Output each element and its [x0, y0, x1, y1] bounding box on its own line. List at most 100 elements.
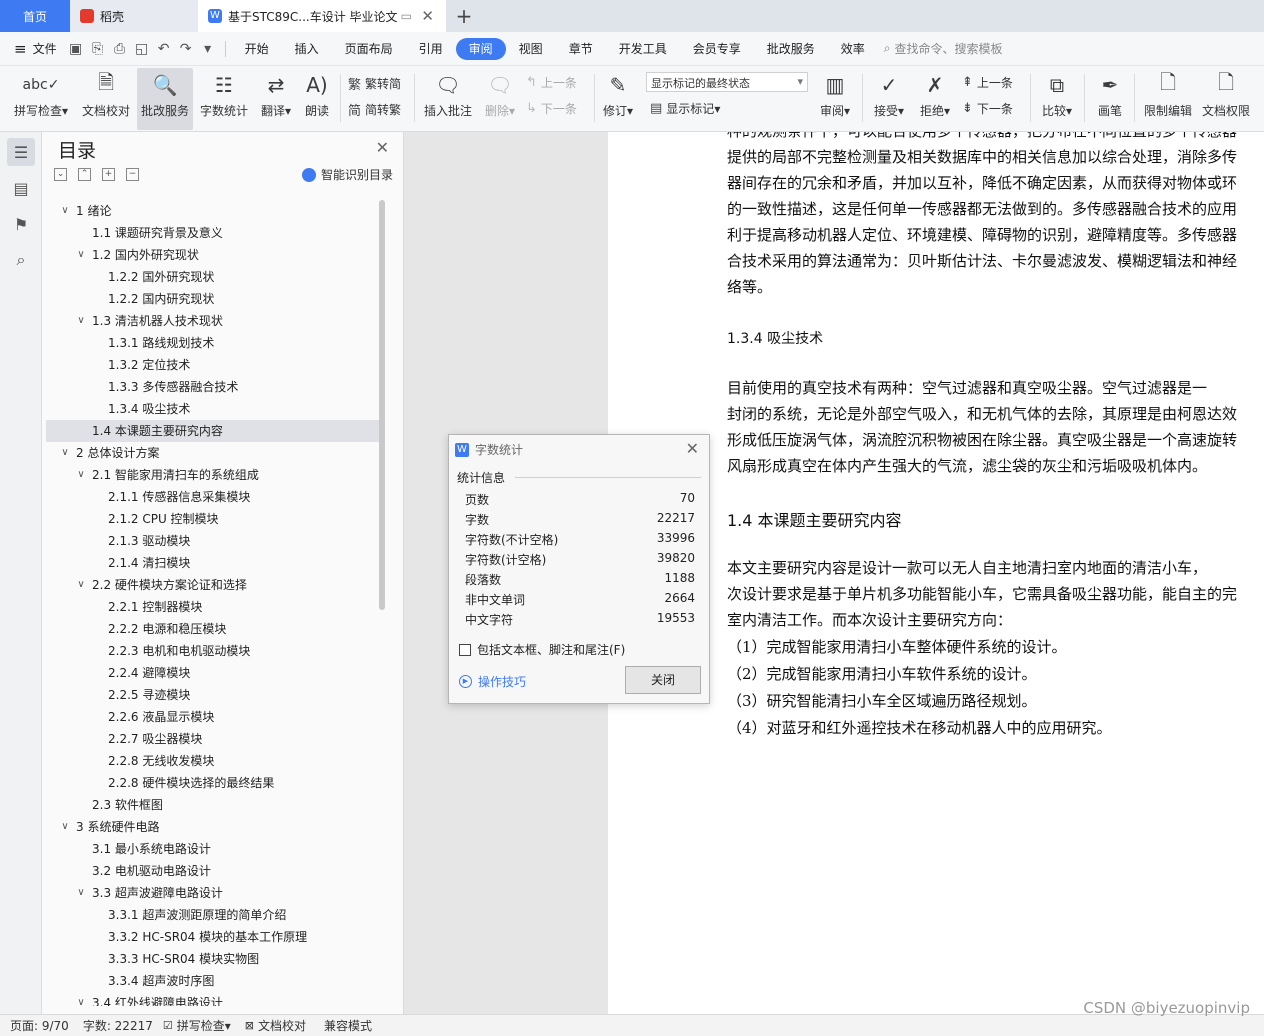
menu-tab-developer[interactable]: 开发工具: [606, 38, 680, 60]
doc-proofread-button[interactable]: 🗎 文档校对: [78, 68, 134, 130]
print-icon[interactable]: ⎙: [109, 41, 131, 57]
toc-item[interactable]: 1.3.1 路线规划技术: [46, 332, 380, 354]
file-menu-button[interactable]: ≡ 文件: [0, 40, 65, 58]
next-comment-button[interactable]: ↳ 下一条: [526, 100, 577, 117]
word-count-indicator[interactable]: 字数: 22217: [83, 1017, 153, 1034]
markup-state-select[interactable]: 显示标记的最终状态: [646, 72, 808, 92]
save-icon[interactable]: ▣: [65, 41, 87, 57]
toc-item[interactable]: 2.2.7 吸尘器模块: [46, 728, 380, 750]
collapse-all-icon[interactable]: ⌄: [54, 168, 67, 181]
chevron-down-icon[interactable]: ∨: [74, 574, 88, 596]
redo-icon[interactable]: ↷: [175, 41, 197, 57]
toc-item[interactable]: 3.3.2 HC-SR04 模块的基本工作原理: [46, 926, 380, 948]
chevron-down-icon[interactable]: ∨: [58, 200, 72, 222]
toc-item[interactable]: 1.2.2 国内研究现状: [46, 288, 380, 310]
toc-item[interactable]: 2.1.2 CPU 控制模块: [46, 508, 380, 530]
toc-item[interactable]: 2.2.1 控制器模块: [46, 596, 380, 618]
chevron-down-icon[interactable]: ∨: [74, 244, 88, 266]
toc-item[interactable]: ∨ 3 系统硬件电路: [46, 816, 380, 838]
menu-tab-efficiency[interactable]: 效率: [828, 38, 878, 60]
tab-document[interactable]: W 基于STC89C...车设计 毕业论文 ▭ ✕: [198, 0, 446, 32]
toc-item[interactable]: 2.2.5 寻迹模块: [46, 684, 380, 706]
menu-tab-view[interactable]: 视图: [506, 38, 556, 60]
toc-close-icon[interactable]: ✕: [376, 138, 389, 157]
toc-item[interactable]: 2.2.6 液晶显示模块: [46, 706, 380, 728]
bookmark-icon[interactable]: ⚑: [7, 210, 35, 238]
toc-item[interactable]: ∨ 1.2 国内外研究现状: [46, 244, 380, 266]
find-icon[interactable]: ⌕: [7, 246, 35, 274]
review-pane-button[interactable]: ▥ 审阅▾: [814, 68, 856, 130]
chevron-down-icon[interactable]: ∨: [58, 442, 72, 464]
restrict-edit-button[interactable]: 🗋 限制编辑: [1140, 68, 1196, 130]
undo-icon[interactable]: ↶: [153, 41, 175, 57]
outline-nav-icon[interactable]: ☰: [7, 138, 35, 166]
dialog-close-button[interactable]: 关闭: [625, 666, 701, 694]
toc-item[interactable]: 2.1.1 传感器信息采集模块: [46, 486, 380, 508]
track-changes-button[interactable]: ✎ 修订▾: [598, 68, 638, 130]
toc-item[interactable]: 2.2.8 硬件模块选择的最终结果: [46, 772, 380, 794]
page-indicator[interactable]: 页面: 9/70: [10, 1017, 69, 1034]
toc-item[interactable]: ∨ 2.1 智能家用清扫车的系统组成: [46, 464, 380, 486]
chevron-down-icon[interactable]: ∨: [74, 464, 88, 486]
toc-item[interactable]: 2.2.3 电机和电机驱动模块: [46, 640, 380, 662]
prev-change-button[interactable]: ⇞ 上一条: [962, 74, 1013, 91]
chevron-down-icon[interactable]: ∨: [58, 816, 72, 838]
prev-comment-button[interactable]: ↰ 上一条: [526, 74, 577, 91]
reject-button[interactable]: ✗ 拒绝▾: [914, 68, 956, 130]
expand-all-icon[interactable]: ⌃: [78, 168, 91, 181]
chevron-down-icon[interactable]: ∨: [74, 882, 88, 904]
print-preview-icon[interactable]: ◱: [131, 41, 153, 57]
to-traditional-button[interactable]: 繁 繁转简: [348, 74, 401, 93]
tab-home[interactable]: 首页: [0, 0, 70, 32]
toc-item[interactable]: 1.1 课题研究背景及意义: [46, 222, 380, 244]
translate-button[interactable]: ⇄ 翻译▾: [256, 68, 296, 130]
tab-minimize-icon[interactable]: ▭: [401, 9, 412, 23]
toc-item[interactable]: 2.2.2 电源和稳压模块: [46, 618, 380, 640]
delete-comment-button[interactable]: 🗨 删除▾: [480, 68, 520, 130]
new-tab-button[interactable]: +: [446, 0, 482, 32]
spell-check-button[interactable]: abc✓ 拼写检查▾: [10, 68, 72, 130]
toc-item[interactable]: 3.3.4 超声波时序图: [46, 970, 380, 992]
remove-heading-icon[interactable]: −: [126, 168, 139, 181]
status-doc-proof[interactable]: ⊠ 文档校对: [245, 1017, 306, 1034]
insert-comment-button[interactable]: 🗨 插入批注: [420, 68, 476, 130]
to-simplified-button[interactable]: 简 简转繁: [348, 100, 401, 119]
menu-tab-start[interactable]: 开始: [232, 38, 282, 60]
show-markup-button[interactable]: ▤ 显示标记 ▾: [650, 100, 720, 117]
chevron-down-icon[interactable]: ∨: [74, 310, 88, 332]
toc-item[interactable]: ∨ 1.3 清洁机器人技术现状: [46, 310, 380, 332]
toc-item[interactable]: 3.2 电机驱动电路设计: [46, 860, 380, 882]
grading-service-button[interactable]: 🔍 批改服务: [137, 68, 193, 130]
pen-button[interactable]: ✒ 画笔: [1090, 68, 1130, 130]
menu-tab-review[interactable]: 审阅: [455, 37, 506, 60]
toc-item[interactable]: ∨ 2.2 硬件模块方案论证和选择: [46, 574, 380, 596]
dialog-close-icon[interactable]: ✕: [686, 439, 699, 458]
command-search[interactable]: ⌕ 查找命令、搜索模板: [884, 40, 1003, 57]
include-textbox-checkbox[interactable]: 包括文本框、脚注和尾注(F): [459, 641, 625, 658]
toc-item[interactable]: 2.1.3 驱动模块: [46, 530, 380, 552]
tab-daoke[interactable]: 稻壳: [70, 0, 198, 32]
menu-tab-references[interactable]: 引用: [406, 38, 456, 60]
customize-dropdown-icon[interactable]: ▾: [197, 41, 219, 57]
toc-item[interactable]: ∨ 3.4 红外线避障电路设计: [46, 992, 380, 1006]
menu-tab-page-layout[interactable]: 页面布局: [332, 38, 406, 60]
section-nav-icon[interactable]: ▤: [7, 174, 35, 202]
menu-tab-member[interactable]: 会员专享: [680, 38, 754, 60]
menu-tab-section[interactable]: 章节: [556, 38, 606, 60]
export-icon[interactable]: ⎘: [87, 41, 109, 57]
add-heading-icon[interactable]: +: [102, 168, 115, 181]
toc-item[interactable]: ∨ 2 总体设计方案: [46, 442, 380, 464]
next-change-button[interactable]: ⇟ 下一条: [962, 100, 1013, 117]
toc-scrollbar[interactable]: [379, 200, 385, 610]
tab-close-icon[interactable]: ✕: [421, 7, 434, 25]
toc-item[interactable]: 3.3.3 HC-SR04 模块实物图: [46, 948, 380, 970]
toc-item[interactable]: 2.3 软件框图: [46, 794, 380, 816]
status-spell-check[interactable]: ☑ 拼写检查 ▾: [163, 1017, 231, 1034]
accept-button[interactable]: ✓ 接受▾: [868, 68, 910, 130]
toc-item[interactable]: 2.2.4 避障模块: [46, 662, 380, 684]
compare-button[interactable]: ⧉ 比较▾: [1036, 68, 1078, 130]
toc-item[interactable]: 1.3.4 吸尘技术: [46, 398, 380, 420]
read-aloud-button[interactable]: A) 朗读: [300, 68, 334, 130]
toc-item[interactable]: 1.4 本课题主要研究内容: [46, 420, 380, 442]
toc-item[interactable]: ∨ 1 绪论: [46, 200, 380, 222]
